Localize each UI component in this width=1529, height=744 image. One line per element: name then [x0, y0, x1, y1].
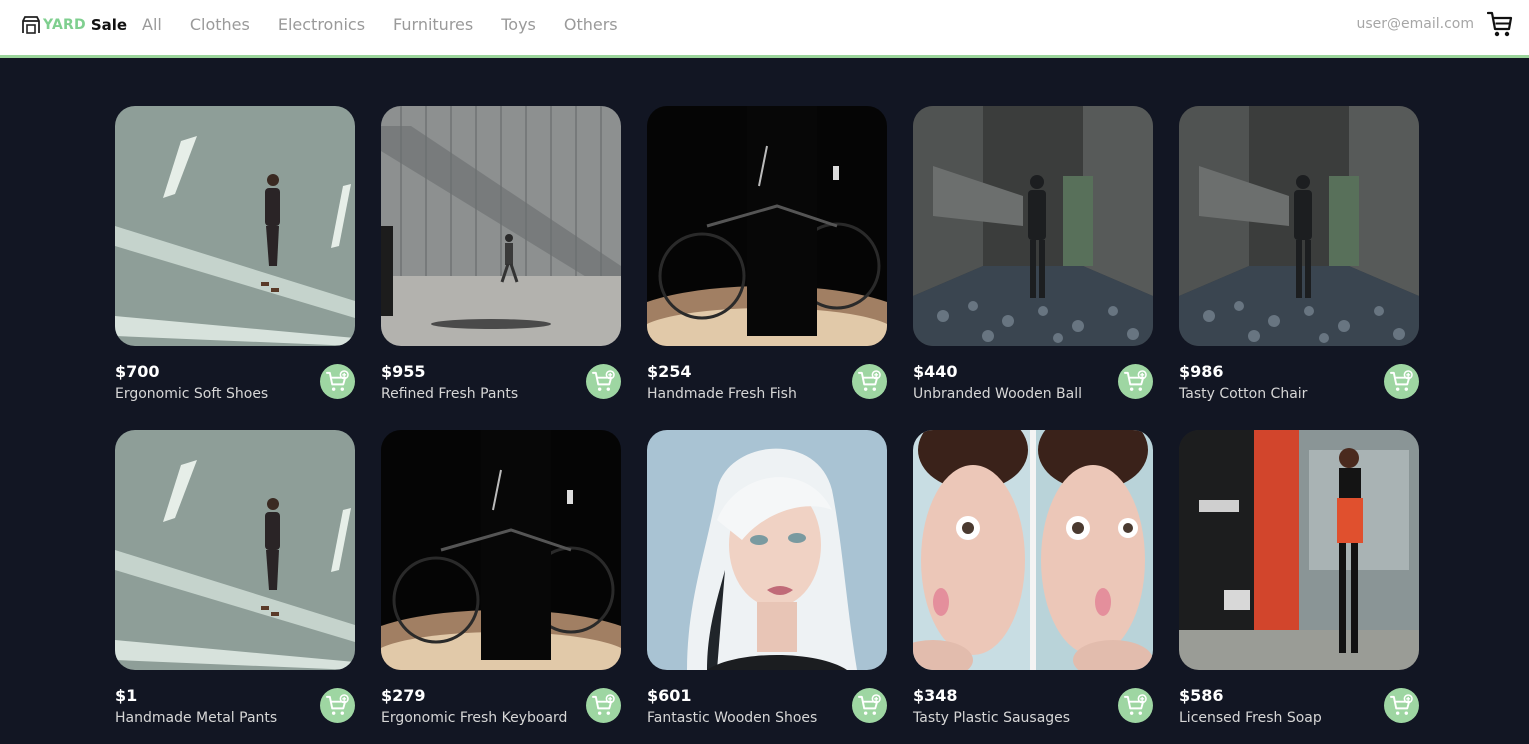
- add-to-cart-button[interactable]: [852, 688, 887, 723]
- add-to-cart-icon: [592, 370, 615, 391]
- product-card[interactable]: $254 Handmade Fresh Fish: [647, 106, 887, 406]
- add-to-cart-button[interactable]: [1384, 364, 1419, 399]
- nav-right: user@email.com: [1357, 10, 1514, 38]
- navbar: YARD Sale All Clothes Electronics Furnit…: [0, 0, 1529, 58]
- add-to-cart-button[interactable]: [1118, 688, 1153, 723]
- add-to-cart-icon: [592, 694, 615, 715]
- product-price: $986: [1179, 362, 1224, 381]
- add-to-cart-icon: [1124, 694, 1147, 715]
- product-price: $955: [381, 362, 426, 381]
- product-card[interactable]: $440 Unbranded Wooden Ball: [913, 106, 1153, 406]
- nav-link-electronics[interactable]: Electronics: [278, 14, 365, 36]
- add-to-cart-icon: [1390, 370, 1413, 391]
- product-grid: $700 Ergonomic Soft Shoes $955 Refined F…: [115, 106, 1419, 730]
- shopping-cart-icon[interactable]: [1487, 10, 1513, 38]
- product-image[interactable]: [381, 430, 621, 670]
- add-to-cart-button[interactable]: [586, 364, 621, 399]
- product-card[interactable]: $279 Ergonomic Fresh Keyboard: [381, 430, 621, 730]
- user-email[interactable]: user@email.com: [1357, 16, 1475, 32]
- product-name: Fantastic Wooden Shoes: [647, 710, 818, 726]
- product-name: Ergonomic Fresh Keyboard: [381, 710, 568, 726]
- nav-link-others[interactable]: Others: [564, 14, 618, 36]
- add-to-cart-button[interactable]: [586, 688, 621, 723]
- logo-yard-text: YARD: [43, 17, 86, 33]
- add-to-cart-icon: [326, 694, 349, 715]
- logo-sale-text: Sale: [90, 16, 128, 34]
- product-image[interactable]: [115, 430, 355, 670]
- product-price: $279: [381, 686, 426, 705]
- product-card[interactable]: $1 Handmade Metal Pants: [115, 430, 355, 730]
- add-to-cart-icon: [326, 370, 349, 391]
- product-card[interactable]: $601 Fantastic Wooden Shoes: [647, 430, 887, 730]
- product-price: $1: [115, 686, 138, 705]
- nav-link-clothes[interactable]: Clothes: [190, 14, 250, 36]
- product-image[interactable]: [913, 106, 1153, 346]
- product-name: Refined Fresh Pants: [381, 386, 519, 402]
- product-card[interactable]: $700 Ergonomic Soft Shoes: [115, 106, 355, 406]
- add-to-cart-button[interactable]: [852, 364, 887, 399]
- product-image[interactable]: [1179, 430, 1419, 670]
- product-price: $348: [913, 686, 958, 705]
- product-image[interactable]: [647, 106, 887, 346]
- storefront-icon: [22, 16, 40, 34]
- add-to-cart-button[interactable]: [1118, 364, 1153, 399]
- add-to-cart-button[interactable]: [320, 364, 355, 399]
- product-name: Unbranded Wooden Ball: [913, 386, 1082, 402]
- product-name: Ergonomic Soft Shoes: [115, 386, 269, 402]
- product-image[interactable]: [913, 430, 1153, 670]
- product-name: Tasty Plastic Sausages: [913, 710, 1071, 726]
- add-to-cart-icon: [858, 694, 881, 715]
- product-name: Handmade Fresh Fish: [647, 386, 797, 402]
- product-card[interactable]: $586 Licensed Fresh Soap: [1179, 430, 1419, 730]
- product-image[interactable]: [381, 106, 621, 346]
- add-to-cart-icon: [858, 370, 881, 391]
- product-image[interactable]: [115, 106, 355, 346]
- product-image[interactable]: [1179, 106, 1419, 346]
- add-to-cart-button[interactable]: [320, 688, 355, 723]
- product-card[interactable]: $955 Refined Fresh Pants: [381, 106, 621, 406]
- logo[interactable]: YARD Sale: [21, 13, 127, 37]
- product-name: Licensed Fresh Soap: [1179, 710, 1322, 726]
- product-image[interactable]: [647, 430, 887, 670]
- product-price: $586: [1179, 686, 1224, 705]
- product-name: Handmade Metal Pants: [115, 710, 278, 726]
- add-to-cart-icon: [1390, 694, 1413, 715]
- category-nav: All Clothes Electronics Furnitures Toys …: [142, 14, 646, 36]
- product-price: $440: [913, 362, 958, 381]
- product-name: Tasty Cotton Chair: [1179, 386, 1308, 402]
- product-price: $254: [647, 362, 692, 381]
- add-to-cart-icon: [1124, 370, 1147, 391]
- product-card[interactable]: $986 Tasty Cotton Chair: [1179, 106, 1419, 406]
- add-to-cart-button[interactable]: [1384, 688, 1419, 723]
- nav-link-toys[interactable]: Toys: [501, 14, 536, 36]
- nav-link-all[interactable]: All: [142, 14, 162, 36]
- product-price: $601: [647, 686, 692, 705]
- product-card[interactable]: $348 Tasty Plastic Sausages: [913, 430, 1153, 730]
- nav-link-furnitures[interactable]: Furnitures: [393, 14, 473, 36]
- product-price: $700: [115, 362, 160, 381]
